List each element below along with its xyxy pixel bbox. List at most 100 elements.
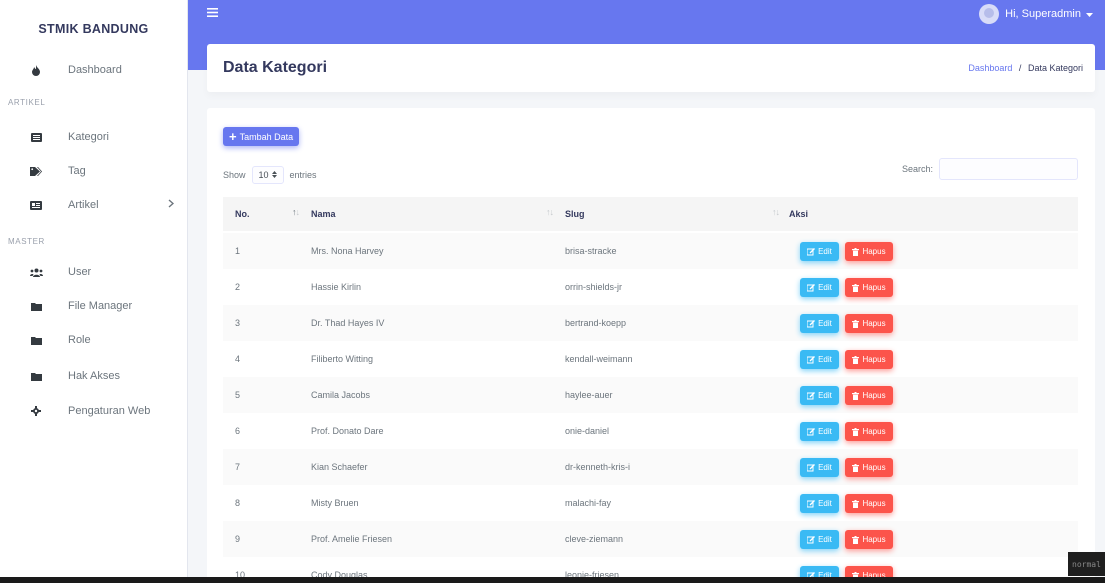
delete-button-label: Hapus [862, 499, 886, 508]
delete-button[interactable]: Hapus [845, 458, 893, 477]
sidebar-item-label: File Manager [68, 300, 133, 312]
cell-no: 5 [235, 390, 241, 400]
edit-button-label: Edit [818, 391, 832, 400]
cell-slug: onie-daniel [565, 426, 610, 436]
search-label: Search: [901, 164, 933, 174]
cell-slug: cleve-ziemann [565, 534, 624, 544]
sidebar-item-role[interactable]: Role [0, 325, 188, 355]
chevron-right-icon [168, 199, 175, 211]
edit-button-label: Edit [818, 535, 832, 544]
sort-icon: ↑↓ [772, 207, 780, 217]
edit-button-label: Edit [818, 319, 832, 328]
table-row: 7 Kian Schaefer dr-kenneth-kris-i Edit Hapus [223, 449, 1078, 485]
edit-icon [807, 499, 818, 508]
fire-icon [28, 64, 44, 76]
sidebar: STMIK BANDUNG Dashboard ARTIKEL Kategori… [0, 0, 188, 583]
column-header-no[interactable]: No. [235, 197, 250, 231]
hamburger-menu-icon[interactable] [207, 4, 218, 20]
table-row: 4 Filiberto Witting kendall-weimann Edit Hap… [223, 341, 1078, 377]
sidebar-item-hak-akses[interactable]: Hak Akses [0, 361, 188, 391]
sidebar-item-kategori[interactable]: Kategori [0, 122, 188, 152]
delete-button[interactable]: Hapus [845, 350, 893, 369]
sidebar-item-file-manager[interactable]: File Manager [0, 291, 188, 321]
avatar [979, 4, 1000, 24]
delete-button[interactable]: Hapus [845, 530, 893, 549]
users-icon [28, 268, 44, 277]
plus-icon: + [229, 129, 237, 144]
cell-nama: Prof. Donato Dare [311, 426, 384, 436]
trash-icon [852, 391, 862, 400]
sidebar-item-user[interactable]: User [0, 257, 188, 287]
delete-button-label: Hapus [862, 427, 886, 436]
edit-button-label: Edit [818, 499, 832, 508]
table-row: 5 Camila Jacobs haylee-auer Edit Hapus [223, 377, 1078, 413]
table-header: No. ↑↓ Nama ↑↓ Slug ↑↓ Aksi [223, 197, 1078, 231]
column-header-nama[interactable]: Nama [311, 197, 336, 231]
sidebar-item-artikel[interactable]: Artikel [0, 190, 188, 220]
edit-button[interactable]: Edit [800, 278, 839, 297]
edit-button-label: Edit [818, 463, 832, 472]
search-input[interactable] [939, 158, 1078, 180]
edit-button[interactable]: Edit [800, 422, 839, 441]
cell-nama: Camila Jacobs [311, 390, 371, 400]
cell-nama: Mrs. Nona Harvey [311, 246, 384, 256]
sort-icon: ↑↓ [292, 207, 300, 217]
delete-button[interactable]: Hapus [845, 278, 893, 297]
sidebar-item-label: Hak Akses [68, 370, 120, 382]
edit-icon [807, 283, 818, 292]
edit-icon [807, 319, 818, 328]
tags-icon [28, 166, 44, 176]
sidebar-item-pengaturan-web[interactable]: Pengaturan Web [0, 396, 188, 426]
edit-button[interactable]: Edit [800, 314, 839, 333]
cell-slug: bertrand-koepp [565, 318, 627, 328]
sort-updown-icon [271, 170, 277, 180]
trash-icon [852, 535, 862, 544]
delete-button[interactable]: Hapus [845, 242, 893, 261]
trash-icon [852, 247, 862, 256]
delete-button-label: Hapus [862, 391, 886, 400]
user-greeting: Hi, Superadmin [1005, 8, 1081, 20]
caret-down-icon [1086, 8, 1093, 20]
cell-no: 8 [235, 498, 241, 508]
cell-nama: Kian Schaefer [311, 462, 368, 472]
sidebar-item-tag[interactable]: Tag [0, 156, 188, 186]
cell-nama: Prof. Amelie Friesen [311, 534, 393, 544]
edit-icon [807, 463, 818, 472]
gear-icon [28, 406, 44, 416]
folder-icon [28, 372, 44, 381]
edit-button[interactable]: Edit [800, 530, 839, 549]
delete-button-label: Hapus [862, 463, 886, 472]
entries-select-value: 10 [258, 170, 269, 180]
add-data-button[interactable]: + Tambah Data [223, 127, 300, 146]
breadcrumb-dashboard-link[interactable]: Dashboard [968, 63, 1012, 73]
edit-button[interactable]: Edit [800, 242, 839, 261]
edit-button[interactable]: Edit [800, 350, 839, 369]
sidebar-item-dashboard[interactable]: Dashboard [0, 55, 188, 85]
delete-button[interactable]: Hapus [845, 386, 893, 405]
trash-icon [852, 355, 862, 364]
section-header: Data Kategori Dashboard / Data Kategori [207, 44, 1095, 92]
edit-icon [807, 427, 818, 436]
table-row: 9 Prof. Amelie Friesen cleve-ziemann Edit Ha… [223, 521, 1078, 557]
delete-button-label: Hapus [862, 355, 886, 364]
cell-slug: brisa-stracke [565, 246, 617, 256]
cell-nama: Misty Bruen [311, 498, 359, 508]
edit-button[interactable]: Edit [800, 494, 839, 513]
edit-button[interactable]: Edit [800, 458, 839, 477]
cell-nama: Filiberto Witting [311, 354, 374, 364]
column-header-slug[interactable]: Slug [565, 197, 585, 231]
edit-button[interactable]: Edit [800, 386, 839, 405]
page-title: Data Kategori [223, 59, 328, 76]
user-dropdown[interactable]: Hi, Superadmin [979, 4, 1093, 24]
folder-icon [28, 302, 44, 311]
cell-slug: kendall-weimann [565, 354, 633, 364]
sidebar-header-artikel: ARTIKEL [8, 98, 46, 107]
edit-button-label: Edit [818, 283, 832, 292]
delete-button[interactable]: Hapus [845, 494, 893, 513]
table-row: 2 Hassie Kirlin orrin-shields-jr Edit Hapus [223, 269, 1078, 305]
edit-icon [807, 535, 818, 544]
brand-logo[interactable]: STMIK BANDUNG [0, 0, 187, 50]
delete-button[interactable]: Hapus [845, 314, 893, 333]
entries-select[interactable]: 10 [251, 166, 284, 184]
delete-button[interactable]: Hapus [845, 422, 893, 441]
